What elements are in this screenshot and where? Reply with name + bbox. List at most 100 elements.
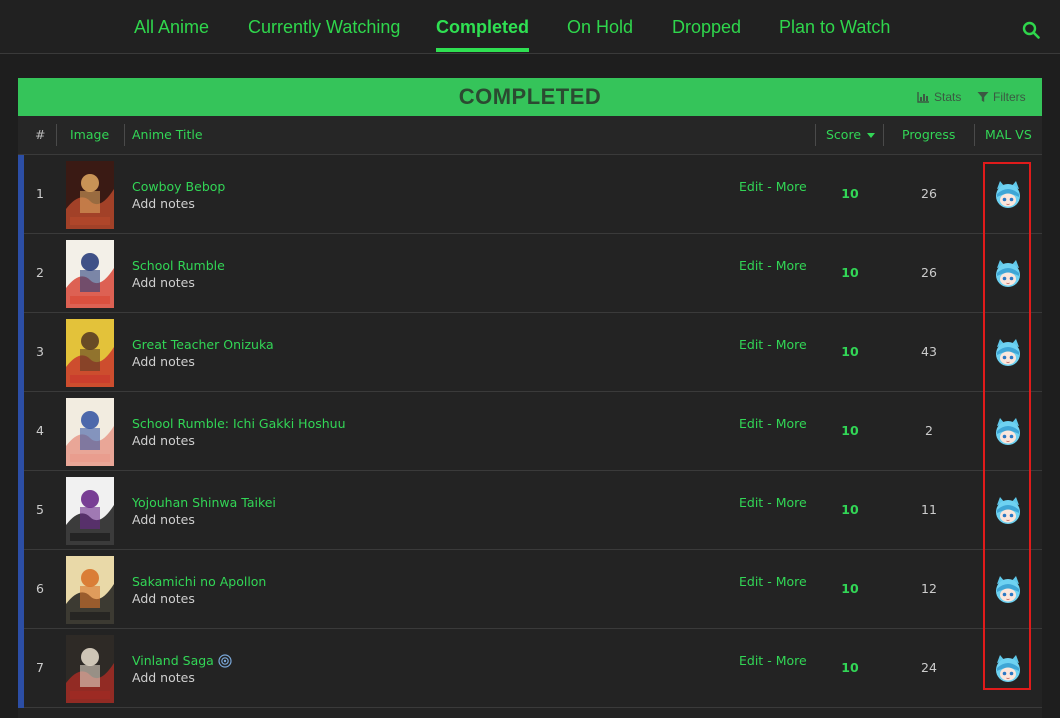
tab-completed[interactable]: Completed <box>436 17 530 52</box>
row-number: 4 <box>36 423 44 438</box>
row-number: 2 <box>36 265 44 280</box>
row-actions: Edit - More <box>739 653 807 668</box>
more-link[interactable]: More <box>776 495 807 510</box>
more-link[interactable]: More <box>776 258 807 273</box>
status-stripe <box>18 155 24 234</box>
edit-link[interactable]: Edit <box>739 337 763 352</box>
progress-value: 26 <box>921 186 937 201</box>
top-nav: All Anime Currently Watching Completed O… <box>0 0 1060 54</box>
table-row: 1 Cowboy Bebop Add notes Edit - More 10 26 <box>18 155 1042 234</box>
more-link[interactable]: More <box>776 337 807 352</box>
anime-title-link[interactable]: Vinland Saga <box>132 653 232 668</box>
tab-all-anime[interactable]: All Anime <box>134 17 209 38</box>
edit-link[interactable]: Edit <box>739 495 763 510</box>
anime-title-text: Cowboy Bebop <box>132 179 226 194</box>
edit-link[interactable]: Edit <box>739 416 763 431</box>
more-link[interactable]: More <box>776 416 807 431</box>
progress-value: 24 <box>921 660 937 675</box>
table-row: 3 Great Teacher Onizuka Add notes Edit - M… <box>18 313 1042 392</box>
add-notes-link[interactable]: Add notes <box>132 196 195 211</box>
action-separator: - <box>767 653 772 668</box>
more-link[interactable]: More <box>776 574 807 589</box>
action-separator: - <box>767 495 772 510</box>
anime-title-link[interactable]: School Rumble <box>132 258 225 273</box>
action-separator: - <box>767 179 772 194</box>
row-number: 1 <box>36 186 44 201</box>
table-row: 4 School Rumble: Ichi Gakki Hoshuu Add n… <box>18 392 1042 471</box>
tab-plan-to-watch[interactable]: Plan to Watch <box>779 17 890 38</box>
anime-title-text: School Rumble <box>132 258 225 273</box>
broadcast-icon <box>218 654 232 668</box>
add-notes-link[interactable]: Add notes <box>132 354 195 369</box>
col-image-header: Image <box>70 127 110 142</box>
edit-link[interactable]: Edit <box>739 179 763 194</box>
anime-title-text: Sakamichi no Apollon <box>132 574 267 589</box>
add-notes-link[interactable]: Add notes <box>132 275 195 290</box>
stats-button[interactable]: Stats <box>917 90 961 104</box>
row-number: 3 <box>36 344 44 359</box>
progress-value: 2 <box>925 423 933 438</box>
column-divider <box>883 124 884 146</box>
action-separator: - <box>767 416 772 431</box>
anime-title-link[interactable]: Yojouhan Shinwa Taikei <box>132 495 276 510</box>
col-num-header: # <box>35 127 46 142</box>
column-divider <box>815 124 816 146</box>
score-header-label: Score <box>826 127 862 142</box>
row-actions: Edit - More <box>739 179 807 194</box>
score-value[interactable]: 10 <box>836 234 864 312</box>
filters-button[interactable]: Filters <box>977 90 1026 104</box>
col-title-header[interactable]: Anime Title <box>132 116 203 154</box>
anime-cover-image[interactable] <box>66 240 114 308</box>
filters-label: Filters <box>993 90 1026 104</box>
anime-title-link[interactable]: Sakamichi no Apollon <box>132 574 266 589</box>
anime-list-panel: COMPLETED Stats Filters # Image Anime Ti… <box>18 78 1042 718</box>
action-separator: - <box>767 574 772 589</box>
col-malvs-header: MAL VS <box>985 127 1032 142</box>
score-value[interactable]: 10 <box>836 629 864 707</box>
anime-cover-image[interactable] <box>66 556 114 624</box>
col-score-header[interactable]: Score <box>826 116 875 154</box>
caret-down-icon <box>867 133 875 138</box>
add-notes-link[interactable]: Add notes <box>132 591 195 606</box>
edit-link[interactable]: Edit <box>739 258 763 273</box>
progress-value: 26 <box>921 265 937 280</box>
table-row: 7 Vinland Saga Add notes Edit - More 10 24 <box>18 629 1042 708</box>
score-value[interactable]: 10 <box>836 155 864 233</box>
anime-title-link[interactable]: Cowboy Bebop <box>132 179 225 194</box>
edit-link[interactable]: Edit <box>739 653 763 668</box>
edit-link[interactable]: Edit <box>739 574 763 589</box>
score-value[interactable]: 10 <box>836 550 864 628</box>
more-link[interactable]: More <box>776 653 807 668</box>
anime-cover-image[interactable] <box>66 477 114 545</box>
stats-label: Stats <box>934 90 962 104</box>
col-progress-header[interactable]: Progress <box>902 116 955 154</box>
add-notes-link[interactable]: Add notes <box>132 433 195 448</box>
tab-currently-watching[interactable]: Currently Watching <box>248 17 400 38</box>
row-actions: Edit - More <box>739 337 807 352</box>
table-row: 6 Sakamichi no Apollon Add notes Edit - Mo… <box>18 550 1042 629</box>
more-link[interactable]: More <box>776 179 807 194</box>
anime-cover-image[interactable] <box>66 398 114 466</box>
status-stripe <box>18 392 24 471</box>
anime-title-text: Yojouhan Shinwa Taikei <box>132 495 276 510</box>
progress-value: 43 <box>921 344 937 359</box>
score-value[interactable]: 10 <box>836 471 864 549</box>
anime-cover-image[interactable] <box>66 319 114 387</box>
anime-title-link[interactable]: Great Teacher Onizuka <box>132 337 274 352</box>
action-separator: - <box>767 337 772 352</box>
column-divider <box>974 124 975 146</box>
tab-on-hold[interactable]: On Hold <box>567 17 633 38</box>
anime-cover-image[interactable] <box>66 635 114 703</box>
add-notes-link[interactable]: Add notes <box>132 670 195 685</box>
anime-title-link[interactable]: School Rumble: Ichi Gakki Hoshuu <box>132 416 346 431</box>
score-value[interactable]: 10 <box>836 313 864 391</box>
score-value[interactable]: 10 <box>836 392 864 470</box>
status-stripe <box>18 629 24 708</box>
tab-dropped[interactable]: Dropped <box>672 17 741 38</box>
search-icon[interactable] <box>1022 21 1040 39</box>
row-number: 7 <box>36 660 44 675</box>
add-notes-link[interactable]: Add notes <box>132 512 195 527</box>
status-stripe <box>18 550 24 629</box>
anime-cover-image[interactable] <box>66 161 114 229</box>
list-status-title: COMPLETED <box>458 84 602 109</box>
